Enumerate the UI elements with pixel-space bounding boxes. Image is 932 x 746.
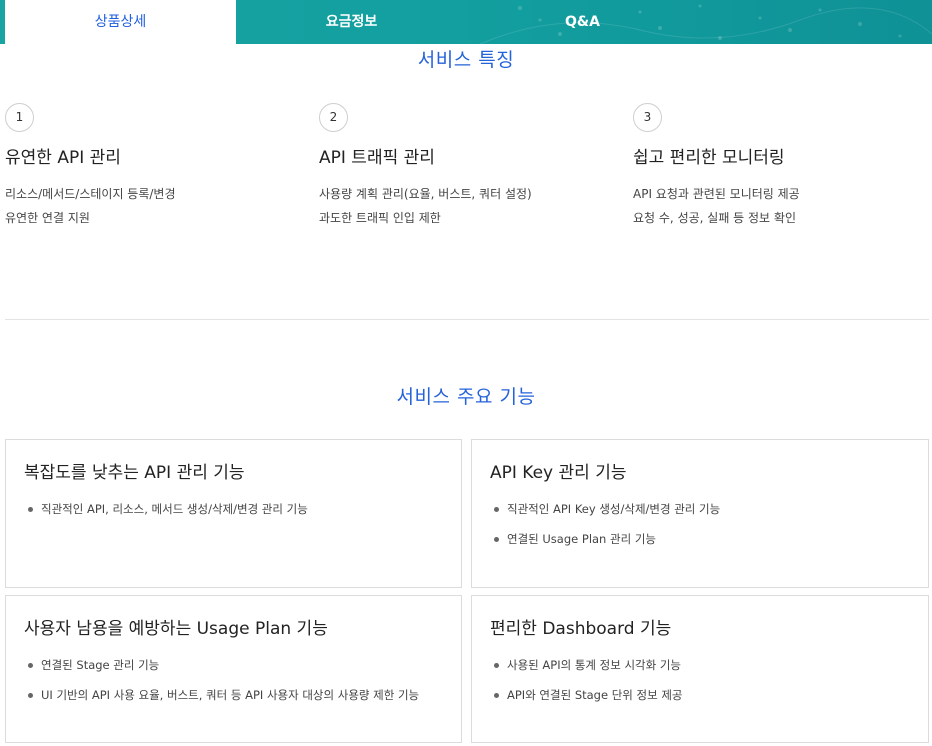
section-divider — [5, 319, 929, 320]
function-card-list: 직관적인 API, 리소스, 메서드 생성/삭제/변경 관리 기능 — [24, 501, 443, 517]
function-bullet: 직관적인 API Key 생성/삭제/변경 관리 기능 — [490, 501, 910, 517]
feature-number-badge: 1 — [5, 103, 34, 132]
function-bullet: API와 연결된 Stage 단위 정보 제공 — [490, 687, 910, 703]
feature-item: 2 API 트래픽 관리 사용량 계획 관리(요율, 버스트, 쿼터 설정) 과… — [319, 103, 619, 230]
function-card-list: 직관적인 API Key 생성/삭제/변경 관리 기능 연결된 Usage Pl… — [490, 501, 910, 547]
function-bullet: 직관적인 API, 리소스, 메서드 생성/삭제/변경 관리 기능 — [24, 501, 443, 517]
function-card-list: 연결된 Stage 관리 기능 UI 기반의 API 사용 요율, 버스트, 쿼… — [24, 657, 443, 703]
feature-item: 1 유연한 API 관리 리소스/메서드/스테이지 등록/변경 유연한 연결 지… — [5, 103, 305, 230]
function-card-title: API Key 관리 기능 — [490, 463, 627, 483]
feature-line: 리소스/메서드/스테이지 등록/변경 — [5, 187, 176, 201]
function-card: 사용자 남용을 예방하는 Usage Plan 기능 연결된 Stage 관리 … — [5, 595, 462, 743]
features-section-title: 서비스 특징 — [417, 49, 515, 71]
function-bullet: 연결된 Stage 관리 기능 — [24, 657, 443, 673]
feature-description: 리소스/메서드/스테이지 등록/변경 유연한 연결 지원 — [5, 182, 305, 230]
functions-section-title: 서비스 주요 기능 — [396, 386, 536, 408]
feature-line: 요청 수, 성공, 실패 등 정보 확인 — [633, 211, 796, 225]
function-card: 편리한 Dashboard 기능 사용된 API의 통계 정보 시각화 기능 A… — [471, 595, 929, 743]
feature-line: 유연한 연결 지원 — [5, 211, 90, 225]
feature-number-badge: 3 — [633, 103, 662, 132]
function-card-title: 복잡도를 낮추는 API 관리 기능 — [24, 463, 245, 483]
tab-product-detail[interactable]: 상품상세 — [5, 0, 236, 44]
feature-title: API 트래픽 관리 — [319, 148, 435, 168]
function-card-title: 편리한 Dashboard 기능 — [490, 619, 672, 639]
feature-number-badge: 2 — [319, 103, 348, 132]
function-card: 복잡도를 낮추는 API 관리 기능 직관적인 API, 리소스, 메서드 생성… — [5, 439, 462, 588]
feature-description: API 요청과 관련된 모니터링 제공 요청 수, 성공, 실패 등 정보 확인 — [633, 182, 932, 230]
function-card-list: 사용된 API의 통계 정보 시각화 기능 API와 연결된 Stage 단위 … — [490, 657, 910, 703]
function-bullet: UI 기반의 API 사용 요율, 버스트, 쿼터 등 API 사용자 대상의 … — [24, 687, 443, 703]
feature-line: API 요청과 관련된 모니터링 제공 — [633, 187, 800, 201]
tab-bar: 상품상세 요금정보 Q&A — [0, 0, 932, 44]
tab-qna[interactable]: Q&A — [467, 0, 698, 44]
feature-item: 3 쉽고 편리한 모니터링 API 요청과 관련된 모니터링 제공 요청 수, … — [633, 103, 932, 230]
tab-pricing[interactable]: 요금정보 — [236, 0, 467, 44]
feature-line: 사용량 계획 관리(요율, 버스트, 쿼터 설정) — [319, 187, 532, 201]
feature-title: 쉽고 편리한 모니터링 — [633, 148, 785, 168]
function-bullet: 사용된 API의 통계 정보 시각화 기능 — [490, 657, 910, 673]
function-card: API Key 관리 기능 직관적인 API Key 생성/삭제/변경 관리 기… — [471, 439, 929, 588]
function-bullet: 연결된 Usage Plan 관리 기능 — [490, 531, 910, 547]
function-card-title: 사용자 남용을 예방하는 Usage Plan 기능 — [24, 619, 328, 639]
feature-title: 유연한 API 관리 — [5, 148, 121, 168]
feature-line: 과도한 트래픽 인입 제한 — [319, 211, 441, 225]
feature-description: 사용량 계획 관리(요율, 버스트, 쿼터 설정) 과도한 트래픽 인입 제한 — [319, 182, 619, 230]
